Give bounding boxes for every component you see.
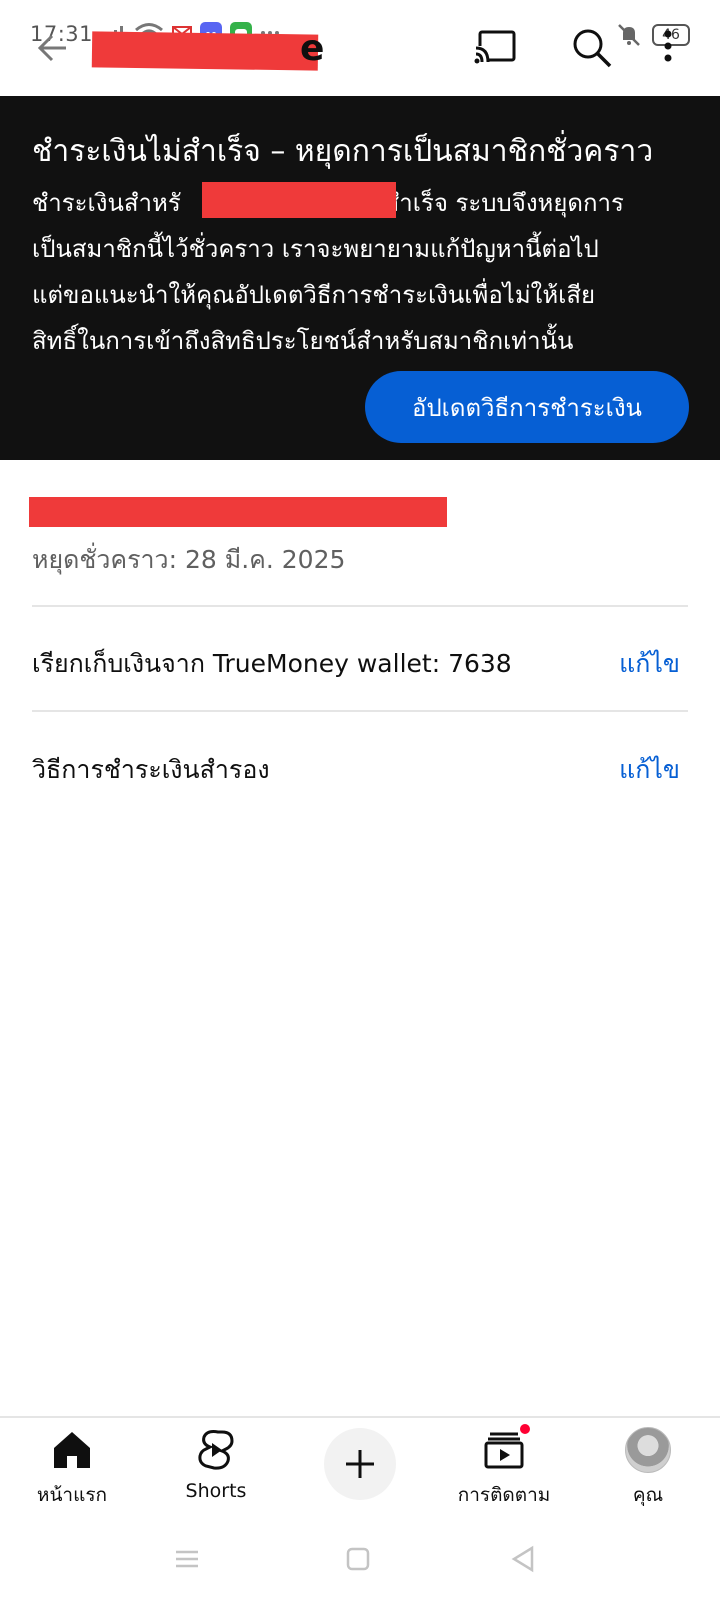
edit-primary-payment-link[interactable]: แก้ไข <box>619 644 680 684</box>
nav-you[interactable]: คุณ <box>578 1426 718 1510</box>
avatar <box>625 1427 671 1473</box>
create-button[interactable] <box>324 1428 396 1500</box>
backup-payment-label: วิธีการชำระเงินสำรอง <box>32 755 270 784</box>
recents-menu-icon[interactable] <box>172 1544 202 1574</box>
system-navigation <box>0 1520 720 1600</box>
banner-line-1-end: ไม่สำเร็จ ระบบจึงหยุดการ <box>356 189 624 217</box>
divider <box>32 605 688 607</box>
nav-shorts-label: Shorts <box>185 1480 247 1502</box>
back-triangle-icon[interactable] <box>508 1544 538 1574</box>
title-redaction <box>91 31 319 71</box>
notification-dot <box>518 1422 532 1436</box>
paused-date: หยุดชั่วคราว: 28 มี.ค. 2025 <box>32 545 346 574</box>
nav-home[interactable]: หน้าแรก <box>2 1426 142 1510</box>
plus-icon <box>346 1450 374 1478</box>
home-icon <box>48 1426 96 1474</box>
bottom-navigation: หน้าแรก Shorts การติดตาม คุณ <box>0 1416 720 1516</box>
banner-line-2: เป็นสมาชิกนี้ไว้ชั่วคราว เราจะพยายามแก้ป… <box>32 235 599 263</box>
nav-home-label: หน้าแรก <box>36 1484 108 1506</box>
nav-shorts[interactable]: Shorts <box>146 1426 286 1502</box>
avatar-container <box>624 1426 672 1474</box>
banner-title: ชำระเงินไม่สำเร็จ – หยุดการเป็นสมาชิกชั่… <box>32 134 654 169</box>
cast-icon[interactable] <box>474 28 518 68</box>
nav-you-label: คุณ <box>632 1484 664 1506</box>
more-vert-icon[interactable] <box>660 28 676 68</box>
app-bar: e <box>0 0 720 96</box>
back-arrow-icon[interactable] <box>30 28 70 68</box>
primary-payment-label: เรียกเก็บเงินจาก TrueMoney wallet: 7638 <box>32 649 512 678</box>
search-icon[interactable] <box>570 26 614 70</box>
banner-redaction <box>202 182 396 218</box>
payment-failed-banner: ชำระเงินไม่สำเร็จ – หยุดการเป็นสมาชิกชั่… <box>0 96 720 460</box>
update-payment-method-button[interactable]: อัปเดตวิธีการชำระเงิน <box>365 371 689 443</box>
nav-subscriptions-label: การติดตาม <box>457 1484 551 1506</box>
shorts-icon <box>192 1426 240 1474</box>
banner-line-1-start: ชำระเงินสำหรั <box>32 189 181 217</box>
subscriptions-icon <box>480 1422 532 1474</box>
edit-backup-payment-link[interactable]: แก้ไข <box>619 750 680 790</box>
nav-subscriptions[interactable]: การติดตาม <box>434 1422 574 1510</box>
page-title: e <box>300 28 325 69</box>
banner-line-4: สิทธิ์ในการเข้าถึงสิทธิประโยชน์สำหรับสมา… <box>32 327 574 355</box>
divider <box>32 710 688 712</box>
membership-name-redaction <box>29 497 447 527</box>
banner-line-3: แต่ขอแนะนำให้คุณอัปเดตวิธีการชำระเงินเพื… <box>32 281 596 309</box>
home-square-icon[interactable] <box>343 1544 373 1574</box>
